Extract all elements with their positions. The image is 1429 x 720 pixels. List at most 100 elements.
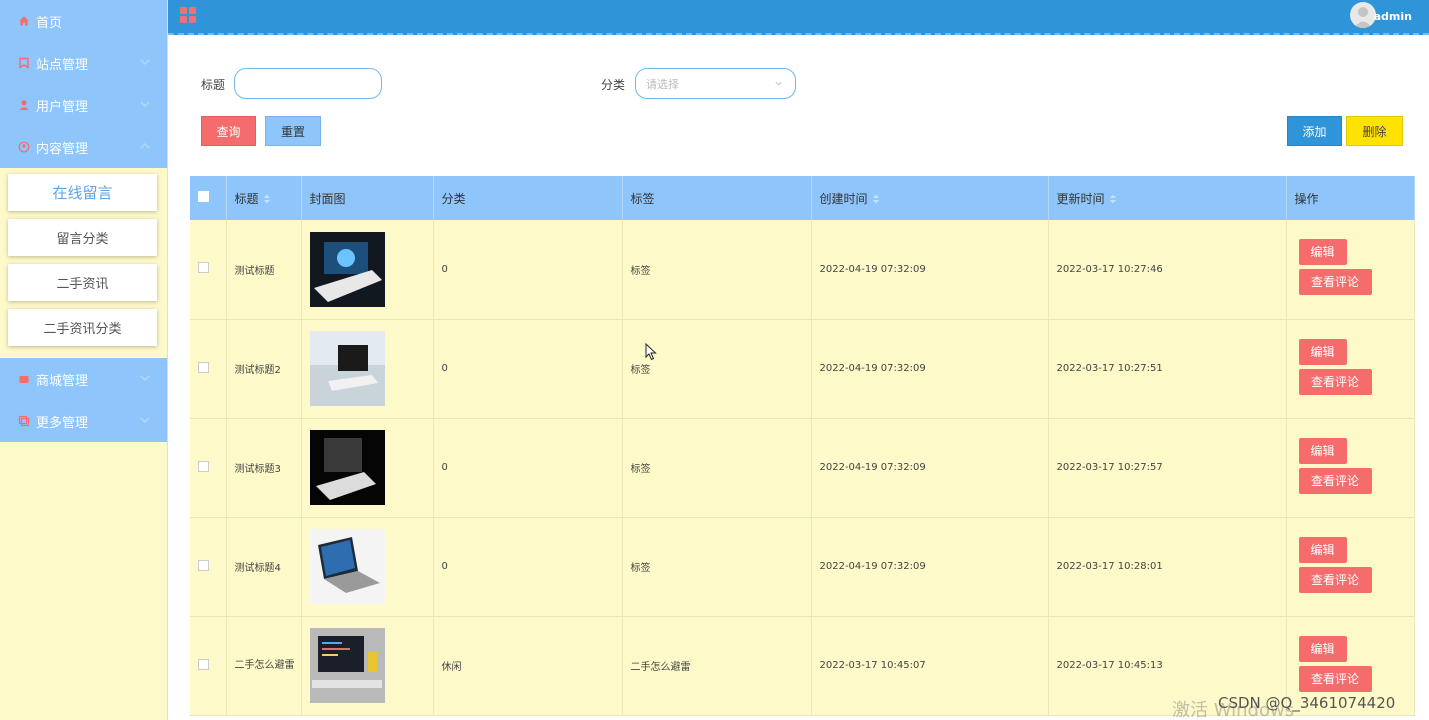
category-select[interactable]: 请选择 xyxy=(635,68,796,99)
cell-updated: 2022-03-17 10:27:57 xyxy=(1048,418,1287,518)
view-comments-button[interactable]: 查看评论 xyxy=(1298,269,1372,296)
view-comments-button[interactable]: 查看评论 xyxy=(1298,566,1372,593)
sidebar-item-label: 用户管理 xyxy=(36,99,89,115)
avatar[interactable] xyxy=(1350,2,1376,28)
sidebar-item-home[interactable]: 首页 xyxy=(0,0,167,42)
delete-button[interactable]: 删除 xyxy=(1346,116,1403,146)
data-table: 标题 封面图 分类 标签 创建时间 更新时间 操作 测试标题 0 标签 2022… xyxy=(190,176,1415,716)
sidebar-item-more[interactable]: 更多管理 xyxy=(0,400,167,442)
row-checkbox[interactable] xyxy=(198,262,209,274)
view-comments-button[interactable]: 查看评论 xyxy=(1298,368,1372,395)
edit-button[interactable]: 编辑 xyxy=(1298,536,1347,563)
cover-image xyxy=(309,529,385,604)
cell-created: 2022-04-19 07:32:09 xyxy=(811,220,1049,320)
sort-icon[interactable] xyxy=(872,194,880,204)
sidebar-item-label: 首页 xyxy=(36,15,63,31)
grid-menu-icon[interactable] xyxy=(180,7,196,23)
category-placeholder: 请选择 xyxy=(646,77,679,91)
cell-updated: 2022-03-17 10:27:51 xyxy=(1048,319,1287,419)
top-header: admin xyxy=(168,0,1429,35)
category-label: 分类 xyxy=(601,78,626,92)
chevron-down-icon xyxy=(775,81,782,86)
cover-image xyxy=(309,331,385,406)
sidebar-item-content[interactable]: 内容管理 xyxy=(0,126,167,168)
cell-category: 0 xyxy=(433,319,623,419)
submenu-item-news-category[interactable]: 二手资讯分类 xyxy=(8,309,157,346)
column-header-actions: 操作 xyxy=(1286,176,1415,220)
cell-created: 2022-03-17 10:45:07 xyxy=(811,616,1049,716)
cell-updated: 2022-03-17 10:28:01 xyxy=(1048,517,1287,617)
cell-tag: 标签 xyxy=(622,418,812,518)
cover-image xyxy=(309,231,385,307)
table-row: 测试标题 0 标签 2022-04-19 07:32:09 2022-03-17… xyxy=(190,220,1415,320)
add-button[interactable]: 添加 xyxy=(1287,116,1342,146)
cell-title: 测试标题3 xyxy=(226,418,302,518)
cell-title: 测试标题2 xyxy=(226,319,302,419)
select-all-cell xyxy=(190,176,227,220)
sidebar-item-site[interactable]: 站点管理 xyxy=(0,42,167,84)
cell-title: 测试标题4 xyxy=(226,517,302,617)
cell-title: 二手怎么避雷 xyxy=(226,616,302,716)
edit-button[interactable]: 编辑 xyxy=(1298,437,1347,464)
sidebar-item-users[interactable]: 用户管理 xyxy=(0,84,167,126)
row-checkbox[interactable] xyxy=(198,658,209,670)
cell-category: 0 xyxy=(433,418,623,518)
shop-icon xyxy=(17,373,30,386)
column-header-updated[interactable]: 更新时间 xyxy=(1048,176,1287,220)
submenu-item-online-message[interactable]: 在线留言 xyxy=(8,174,157,211)
user-icon xyxy=(17,99,30,112)
sidebar-item-label: 内容管理 xyxy=(36,141,89,157)
cell-created: 2022-04-19 07:32:09 xyxy=(811,517,1049,617)
table-row: 测试标题2 0 标签 2022-04-19 07:32:09 2022-03-1… xyxy=(190,319,1415,419)
sort-icon[interactable] xyxy=(1109,194,1117,204)
submenu-item-message-category[interactable]: 留言分类 xyxy=(8,219,157,256)
title-input[interactable] xyxy=(234,68,382,99)
cell-category: 0 xyxy=(433,517,623,617)
column-header-cover: 封面图 xyxy=(301,176,434,220)
submenu-item-secondhand-news[interactable]: 二手资讯 xyxy=(8,264,157,301)
cover-image xyxy=(309,430,385,505)
sort-icon[interactable] xyxy=(263,194,271,204)
view-comments-button[interactable]: 查看评论 xyxy=(1298,467,1372,494)
chevron-down-icon xyxy=(140,59,150,65)
sidebar-item-label: 商城管理 xyxy=(36,373,89,389)
username[interactable]: admin xyxy=(1374,10,1412,23)
column-header-title[interactable]: 标题 xyxy=(226,176,302,220)
column-header-tag: 标签 xyxy=(622,176,812,220)
row-checkbox[interactable] xyxy=(198,559,209,571)
sidebar: 首页 站点管理 用户管理 内容管理 在线留言 留言分类 二手资讯 二手资讯分类 … xyxy=(0,0,168,720)
csdn-watermark: CSDN @Q_3461074420 xyxy=(1218,694,1396,712)
reset-button[interactable]: 重置 xyxy=(265,116,321,146)
chevron-up-icon xyxy=(140,143,150,149)
view-comments-button[interactable]: 查看评论 xyxy=(1298,665,1372,692)
cell-tag: 标签 xyxy=(622,517,812,617)
chevron-down-icon xyxy=(140,375,150,381)
sidebar-item-label: 更多管理 xyxy=(36,415,89,431)
title-label: 标题 xyxy=(201,78,226,92)
edit-button[interactable]: 编辑 xyxy=(1298,338,1347,365)
column-header-category: 分类 xyxy=(433,176,623,220)
edit-button[interactable]: 编辑 xyxy=(1298,635,1347,662)
column-header-created[interactable]: 创建时间 xyxy=(811,176,1049,220)
query-button[interactable]: 查询 xyxy=(201,116,256,146)
edit-button[interactable]: 编辑 xyxy=(1298,239,1347,266)
cell-tag: 标签 xyxy=(622,319,812,419)
cell-created: 2022-04-19 07:32:09 xyxy=(811,418,1049,518)
sidebar-item-mall[interactable]: 商城管理 xyxy=(0,358,167,400)
row-checkbox[interactable] xyxy=(198,460,209,472)
sidebar-item-label: 站点管理 xyxy=(36,57,89,73)
select-all-checkbox[interactable] xyxy=(198,191,209,202)
cell-updated: 2022-03-17 10:27:46 xyxy=(1048,220,1287,320)
main-content: 标题 分类 请选择 查询 重置 添加 删除 标题 封面图 分类 标签 创建时间 … xyxy=(174,40,1423,720)
cell-created: 2022-04-19 07:32:09 xyxy=(811,319,1049,419)
circle-user-icon xyxy=(17,141,30,154)
copy-icon xyxy=(17,415,30,428)
bookmark-icon xyxy=(17,57,30,70)
row-checkbox[interactable] xyxy=(198,361,209,373)
chevron-down-icon xyxy=(140,101,150,107)
chevron-down-icon xyxy=(140,417,150,423)
mouse-cursor-icon xyxy=(645,343,657,361)
cell-tag: 二手怎么避雷 xyxy=(622,616,812,716)
cover-image xyxy=(309,628,385,703)
cell-category: 休闲 xyxy=(433,616,623,716)
